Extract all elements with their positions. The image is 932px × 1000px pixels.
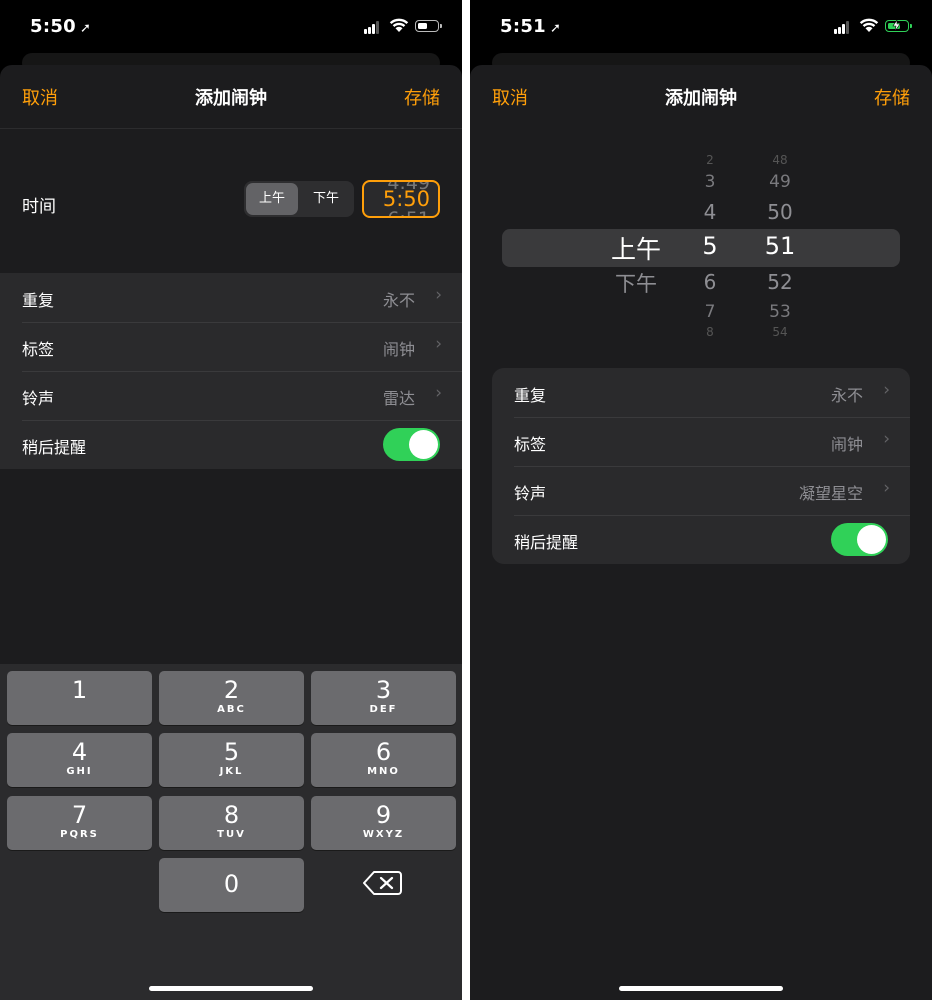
am-segment[interactable]: 上午 — [246, 183, 298, 215]
nav-title: 添加闹钟 — [665, 88, 737, 109]
key-3[interactable]: 3 DEF — [311, 671, 456, 725]
snooze-row: 稍后提醒 — [0, 420, 462, 469]
time-section: 时间 上午 下午 4:49 5:50 6:51 — [0, 128, 462, 274]
chevron-right-icon: › — [435, 334, 442, 354]
hour-item: 6 — [703, 270, 717, 294]
am-pm-segmented-control: 上午 下午 — [244, 181, 354, 217]
wifi-icon — [389, 18, 409, 32]
hour-item-selected: 5 — [702, 232, 718, 260]
row-value: 雷达 — [382, 389, 415, 408]
row-label: 重复 — [514, 386, 547, 405]
key-4[interactable]: 4 GHI — [7, 733, 152, 787]
sound-row[interactable]: 铃声 雷达 › — [0, 371, 462, 420]
snooze-toggle[interactable] — [831, 523, 888, 556]
row-label: 稍后提醒 — [514, 533, 579, 552]
key-7[interactable]: 7 PQRS — [7, 796, 152, 850]
location-arrow-icon: ➚ — [549, 21, 562, 36]
key-6[interactable]: 6 MNO — [311, 733, 456, 787]
minute-item: 52 — [767, 270, 793, 294]
label-row[interactable]: 标签 闹钟 › — [0, 322, 462, 371]
row-value: 闹钟 — [830, 435, 863, 454]
row-value: 凝望星空 — [798, 484, 863, 503]
row-value: 永不 — [830, 386, 863, 405]
backspace-icon[interactable] — [361, 868, 411, 898]
row-label: 标签 — [22, 340, 55, 359]
phone-screen-right: 5:51 ➚ 取消 添加闹钟 存储 上午 下午 2 3 4 5 6 7 8 48… — [470, 0, 932, 1000]
period-item: 下午 — [615, 272, 657, 296]
row-label: 铃声 — [514, 484, 547, 503]
pm-segment[interactable]: 下午 — [300, 183, 352, 215]
battery-charging-icon — [885, 20, 912, 32]
chevron-right-icon: › — [883, 429, 890, 449]
hour-item: 2 — [706, 153, 714, 167]
add-alarm-sheet: 取消 添加闹钟 存储 上午 下午 2 3 4 5 6 7 8 48 49 50 — [470, 65, 932, 1000]
row-value: 闹钟 — [382, 340, 415, 359]
chevron-right-icon: › — [435, 285, 442, 305]
nav-bar: 取消 添加闹钟 存储 — [0, 65, 462, 127]
home-indicator — [619, 986, 783, 991]
hour-item: 4 — [703, 200, 717, 224]
wifi-icon — [859, 18, 879, 32]
alarm-settings-card: 重复 永不 › 标签 闹钟 › 铃声 凝望星空 › 稍后提醒 — [492, 368, 910, 564]
phone-screen-left: 5:50 ➚ 取消 添加闹钟 存储 时间 上午 下午 4:49 5:50 重复 … — [0, 0, 462, 1000]
key-0[interactable]: 0 — [159, 858, 304, 912]
time-input-field[interactable]: 4:49 5:50 6:51 — [362, 180, 440, 218]
chevron-right-icon: › — [883, 380, 890, 400]
row-label: 铃声 — [22, 389, 55, 408]
location-arrow-icon: ➚ — [79, 21, 92, 36]
minute-column[interactable]: 48 49 50 51 52 53 54 — [740, 150, 820, 350]
hour-item: 8 — [706, 325, 714, 339]
status-time: 5:50 ➚ — [30, 16, 92, 37]
key-2[interactable]: 2 ABC — [159, 671, 304, 725]
key-9[interactable]: 9 WXYZ — [311, 796, 456, 850]
row-label: 标签 — [514, 435, 547, 454]
row-value: 永不 — [382, 291, 415, 310]
nav-bar: 取消 添加闹钟 存储 — [470, 65, 932, 127]
home-indicator — [149, 986, 313, 991]
status-bar: 5:51 ➚ — [470, 0, 932, 56]
nav-title: 添加闹钟 — [195, 88, 267, 109]
period-item: 上午 — [610, 235, 661, 264]
snooze-toggle[interactable] — [383, 428, 440, 461]
minute-item: 48 — [772, 153, 788, 167]
hour-item: 7 — [704, 302, 716, 322]
key-5[interactable]: 5 JKL — [159, 733, 304, 787]
time-next-value: 6:51 — [387, 208, 430, 216]
time-picker-wheel[interactable]: 上午 下午 2 3 4 5 6 7 8 48 49 50 51 52 53 54 — [470, 150, 932, 350]
minute-item-selected: 51 — [764, 232, 796, 260]
minute-item: 50 — [767, 200, 793, 224]
key-8[interactable]: 8 TUV — [159, 796, 304, 850]
row-label: 稍后提醒 — [22, 438, 87, 457]
save-button[interactable]: 存储 — [404, 84, 440, 110]
alarm-settings-list: 重复 永不 › 标签 闹钟 › 铃声 雷达 › 稍后提醒 — [0, 273, 462, 469]
add-alarm-sheet: 取消 添加闹钟 存储 时间 上午 下午 4:49 5:50 6:51 重复 永不… — [0, 65, 462, 1000]
minute-item: 54 — [772, 325, 788, 339]
battery-icon — [415, 20, 442, 32]
period-column[interactable]: 上午 下午 — [596, 150, 676, 350]
hour-column[interactable]: 2 3 4 5 6 7 8 — [670, 150, 750, 350]
status-time: 5:51 ➚ — [500, 16, 562, 37]
sound-row[interactable]: 铃声 凝望星空 › — [492, 466, 910, 515]
hour-item: 3 — [704, 172, 716, 192]
chevron-right-icon: › — [883, 478, 890, 498]
key-1[interactable]: 1 — [7, 671, 152, 725]
status-bar: 5:50 ➚ — [0, 0, 462, 56]
save-button[interactable]: 存储 — [874, 84, 910, 110]
repeat-row[interactable]: 重复 永不 › — [492, 368, 910, 417]
snooze-row: 稍后提醒 — [492, 515, 910, 564]
minute-item: 53 — [769, 302, 791, 322]
label-row[interactable]: 标签 闹钟 › — [492, 417, 910, 466]
repeat-row[interactable]: 重复 永不 › — [0, 273, 462, 322]
chevron-right-icon: › — [435, 383, 442, 403]
numeric-keypad: 1 2 ABC 3 DEF 4 GHI 5 JKL 6 MNO 7 PQRS 8 TUV 9W… — [0, 664, 462, 1000]
time-label: 时间 — [22, 197, 56, 217]
row-label: 重复 — [22, 291, 55, 310]
minute-item: 49 — [769, 172, 791, 192]
